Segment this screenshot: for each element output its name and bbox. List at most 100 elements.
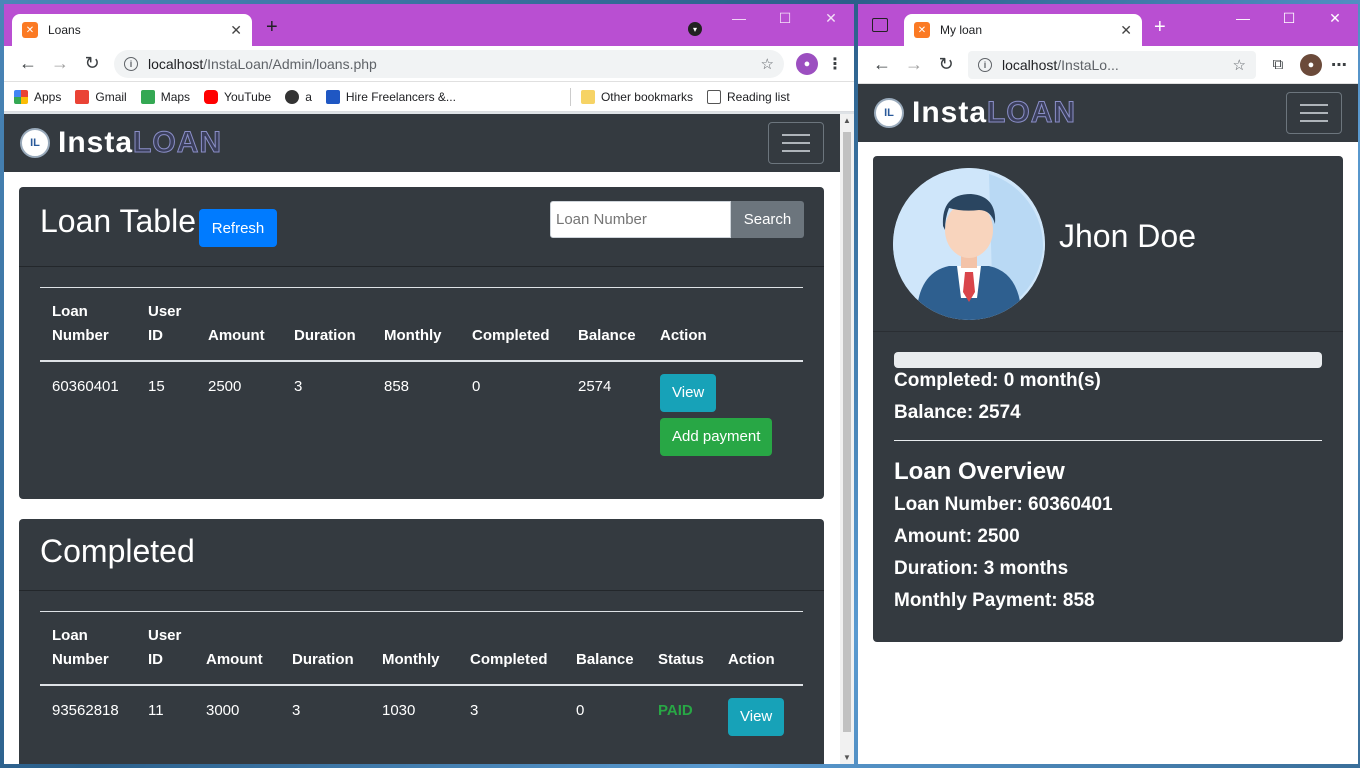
address-bar[interactable]: i localhost /InstaLoan/Admin/loans.php ☆ — [114, 49, 784, 78]
cell-completed: 3 — [470, 702, 479, 719]
maximize-icon[interactable]: ☐ — [762, 10, 808, 27]
tab-actions-icon[interactable] — [872, 18, 888, 32]
cell-loan-number: 60360401 — [52, 378, 119, 395]
bookmark-freelancers[interactable]: Hire Freelancers &... — [325, 89, 456, 104]
refresh-button[interactable]: Refresh — [199, 209, 277, 247]
forward-icon[interactable]: → — [898, 54, 930, 75]
page-content: IL InstaLOAN Loan Table Refresh Search L… — [4, 114, 840, 764]
bookmark-other[interactable]: Other bookmarks — [580, 89, 693, 104]
browser-window-my-loan: ✕ My loan ✕ + — ☐ ✕ ← → ↻ i localhost /I… — [858, 4, 1358, 764]
scroll-up-icon[interactable]: ▲ — [840, 116, 854, 125]
back-icon[interactable]: ← — [12, 53, 44, 74]
scrollbar-thumb[interactable] — [843, 132, 851, 732]
menu-dots-icon[interactable]: ⋯ — [1328, 55, 1350, 75]
bookmark-maps[interactable]: Maps — [140, 89, 191, 104]
col-header: Duration — [280, 611, 370, 686]
reload-icon[interactable]: ↻ — [76, 53, 108, 74]
col-header: Duration — [282, 287, 372, 362]
forward-icon[interactable]: → — [44, 53, 76, 74]
bookmark-gmail[interactable]: Gmail — [75, 89, 127, 104]
col-header: Monthly — [372, 287, 460, 362]
completed-card: Completed Loan Number User ID Amount Dur… — [19, 519, 824, 764]
browser-window-loans: ✕ Loans ✕ + ▾ — ☐ ✕ ← → ↻ i localhost /I… — [4, 4, 854, 764]
page-content: IL InstaLOAN Jhon Doe Completed: 0 month… — [858, 84, 1358, 764]
tab-search-icon[interactable]: ▾ — [688, 22, 702, 36]
hamburger-menu-button[interactable] — [1286, 92, 1342, 134]
completed-months-text: Completed: 0 month(s) — [894, 370, 1101, 391]
site-logo[interactable]: IL InstaLOAN — [874, 96, 1076, 130]
info-icon[interactable]: i — [978, 57, 992, 72]
bookmark-a[interactable]: a — [285, 89, 312, 104]
collections-icon[interactable]: ⧉ — [1262, 56, 1294, 73]
card-title: Loan Table — [40, 203, 196, 239]
card-header: Completed — [19, 519, 824, 591]
logo-text-insta: Insta — [58, 126, 134, 159]
col-header: Status — [646, 611, 716, 686]
bookmark-label: Apps — [34, 89, 62, 104]
url-host: localhost — [148, 55, 204, 72]
tab-my-loan[interactable]: ✕ My loan ✕ — [904, 14, 1142, 46]
cell-duration: 3 — [292, 702, 301, 719]
close-window-icon[interactable]: ✕ — [808, 10, 854, 27]
cell-action: View — [716, 685, 803, 750]
table-header-row: Loan Number User ID Amount Duration Mont… — [40, 287, 803, 362]
hamburger-menu-button[interactable] — [768, 122, 824, 164]
gmail-icon — [75, 89, 90, 104]
site-logo[interactable]: IL InstaLOAN — [20, 126, 222, 160]
scroll-down-icon[interactable]: ▼ — [840, 753, 854, 762]
col-header: Loan Number — [40, 611, 136, 686]
new-tab-icon[interactable]: + — [266, 16, 278, 39]
bookmark-star-icon[interactable]: ☆ — [761, 55, 774, 73]
card-header: Loan Table Refresh Search — [19, 187, 824, 267]
add-favorite-icon[interactable]: ☆ — [1233, 56, 1246, 74]
loan-overview-title: Loan Overview — [894, 458, 1065, 485]
window-controls: — ☐ ✕ — [1220, 10, 1358, 27]
completed-table: Loan Number User ID Amount Duration Mont… — [40, 611, 803, 750]
reload-icon[interactable]: ↻ — [930, 54, 962, 75]
address-bar[interactable]: i localhost /InstaLo... ☆ — [968, 50, 1256, 79]
search-button[interactable]: Search — [731, 201, 804, 238]
loan-profile-card: Jhon Doe Completed: 0 month(s) Balance: … — [873, 156, 1343, 642]
col-header: User ID — [136, 287, 196, 362]
profile-avatar-icon[interactable]: ● — [796, 52, 818, 75]
col-header: Loan Number — [40, 287, 136, 362]
loan-number-search-input[interactable] — [550, 201, 731, 238]
close-tab-icon[interactable]: ✕ — [230, 22, 242, 39]
cell-monthly: 1030 — [382, 702, 416, 719]
profile-avatar-icon[interactable]: ● — [1300, 53, 1322, 76]
cell-user-id: 11 — [148, 702, 164, 719]
view-button[interactable]: View — [660, 374, 717, 412]
cell-amount: 2500 — [208, 378, 242, 395]
cell-monthly: 858 — [384, 378, 410, 395]
col-header: Action — [648, 287, 803, 362]
user-avatar — [893, 168, 1045, 320]
status-badge: PAID — [658, 702, 693, 719]
bookmark-reading-list[interactable]: Reading list — [706, 89, 790, 104]
table-row: 93562818 11 3000 3 1030 3 0 PAID View — [40, 685, 803, 750]
bookmark-apps[interactable]: Apps — [14, 89, 62, 104]
view-button[interactable]: View — [728, 698, 785, 736]
logo-badge-icon: IL — [874, 98, 904, 128]
bookmark-youtube[interactable]: YouTube — [204, 89, 271, 104]
address-toolbar: ← → ↻ i localhost /InstaLoan/Admin/loans… — [4, 46, 854, 82]
reading-list-icon — [706, 89, 721, 104]
minimize-icon[interactable]: — — [716, 10, 762, 27]
maximize-icon[interactable]: ☐ — [1266, 10, 1312, 27]
page-scrollbar[interactable]: ▲ ▼ — [840, 114, 854, 764]
tab-loans[interactable]: ✕ Loans ✕ — [12, 14, 252, 46]
search-form: Search — [550, 201, 804, 238]
minimize-icon[interactable]: — — [1220, 10, 1266, 27]
bookmark-label: a — [305, 89, 312, 104]
close-window-icon[interactable]: ✕ — [1312, 10, 1358, 27]
menu-dots-icon[interactable]: ⋮ — [824, 54, 846, 74]
cell-balance: 2574 — [578, 378, 612, 395]
info-icon[interactable]: i — [124, 56, 138, 71]
bookmark-label: Maps — [160, 89, 191, 104]
back-icon[interactable]: ← — [866, 54, 898, 75]
cell-loan-number: 93562818 — [52, 702, 119, 719]
new-tab-icon[interactable]: + — [1154, 16, 1166, 39]
add-payment-button[interactable]: Add payment — [660, 418, 773, 456]
xampp-icon: ✕ — [914, 22, 930, 38]
close-tab-icon[interactable]: ✕ — [1120, 22, 1132, 39]
loan-number-text: Loan Number: 60360401 — [894, 494, 1113, 515]
